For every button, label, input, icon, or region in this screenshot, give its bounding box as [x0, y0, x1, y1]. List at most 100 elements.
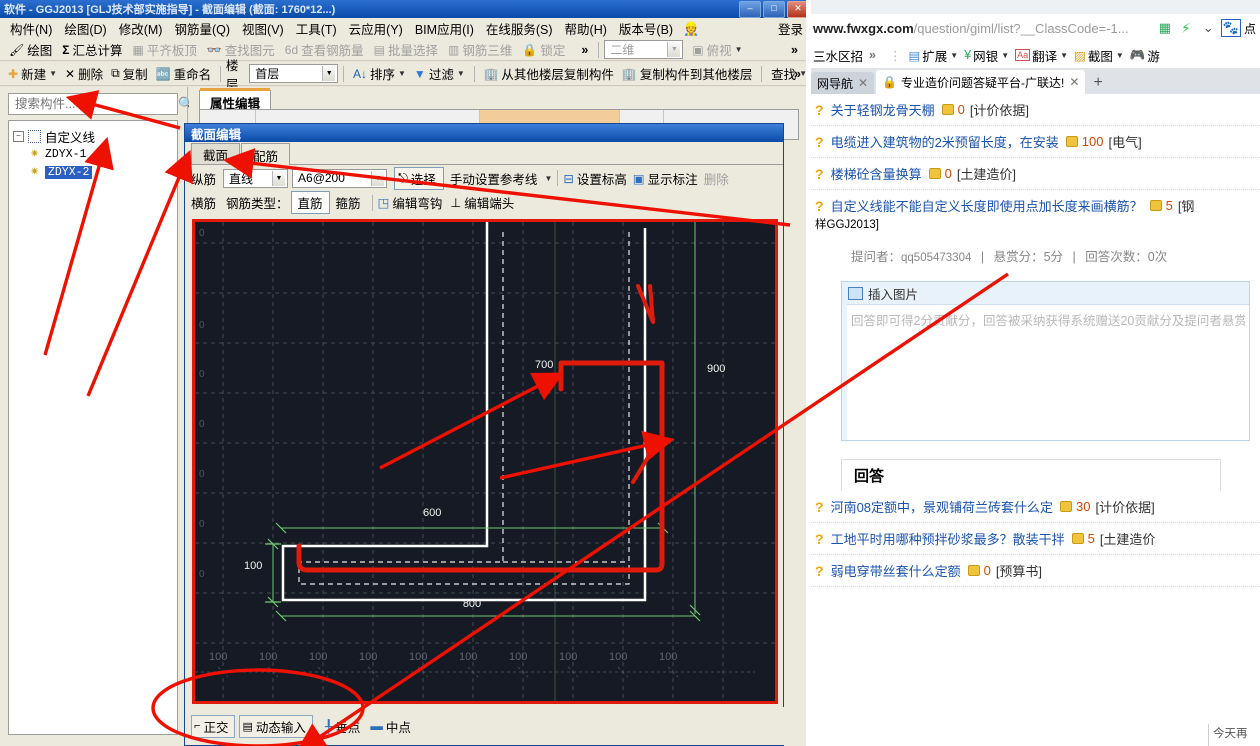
- line-type-select[interactable]: 直线 ▼: [223, 168, 289, 188]
- chevron-down-icon[interactable]: ▼: [272, 170, 286, 186]
- edit-hook-button[interactable]: ◳ 编辑弯钩: [378, 193, 443, 212]
- chevron-down-icon[interactable]: ▼: [371, 170, 385, 186]
- chevron-down-icon[interactable]: ▼: [950, 51, 958, 60]
- chevron-down-icon[interactable]: ▼: [49, 69, 57, 78]
- browser-tab-active[interactable]: 🔒 专业造价问题答疑平台-广联达! ✕: [876, 70, 1086, 94]
- question-list-item[interactable]: ? 工地平时用哪种预拌砂浆最多？散装干拌 5 [土建造价: [811, 523, 1260, 555]
- chevron-down-icon[interactable]: ▼: [322, 66, 336, 81]
- set-elevation-button[interactable]: ⊟ 设置标高: [563, 169, 627, 188]
- paw-logo-icon[interactable]: 🐾: [1220, 19, 1241, 37]
- chevron-down-icon[interactable]: ▼: [1001, 51, 1009, 60]
- menu-item-version[interactable]: 版本号(B): [613, 17, 679, 40]
- question-title[interactable]: 电缆进入建筑物的2米预留长度，在安装: [831, 132, 1059, 151]
- game-button[interactable]: 🎮 游: [1130, 46, 1160, 65]
- rename-component-button[interactable]: 🔤 重命名: [152, 63, 215, 84]
- edit-end-button[interactable]: ⊥ 编辑端头: [450, 193, 514, 212]
- question-title[interactable]: 关于轻钢龙骨天棚: [831, 100, 935, 119]
- show-annotation-button[interactable]: ▣ 显示标注: [633, 169, 698, 188]
- dynamic-input-toggle[interactable]: ▤ 动态输入: [239, 714, 313, 738]
- menu-item-component[interactable]: 构件(N): [4, 17, 58, 40]
- question-list-item[interactable]: ? 电缆进入建筑物的2米预留长度，在安装 100 [电气]: [811, 126, 1260, 158]
- browser-address-bar[interactable]: www.fwxgx.com/question/giml/list?__Class…: [811, 14, 1260, 43]
- copy-component-button[interactable]: ⧉ 复制: [107, 63, 152, 84]
- screenshot-button[interactable]: ▨ 截图 ▼: [1074, 46, 1124, 65]
- window-controls[interactable]: – □ ✕: [739, 1, 809, 18]
- maximize-button[interactable]: □: [763, 1, 785, 18]
- question-list-item[interactable]: ? 关于轻钢龙骨天棚 0 [计价依据]: [811, 94, 1260, 126]
- tree-item-zdyx-1[interactable]: ✷ ZDYX-1: [13, 145, 173, 163]
- menu-item-help[interactable]: 帮助(H): [559, 17, 613, 40]
- close-icon[interactable]: ✕: [1069, 75, 1079, 89]
- new-tab-button[interactable]: +: [1087, 74, 1110, 94]
- select-tool-button[interactable]: ⎋ 选择: [394, 166, 444, 190]
- extension-button[interactable]: ▤ 扩展 ▼: [908, 46, 958, 65]
- rebar-type-stirrup-button[interactable]: 箍筋: [336, 193, 361, 212]
- copy-to-other-floor-button[interactable]: 🏢 复制构件到其他楼层: [618, 63, 756, 84]
- section-drawing-canvas[interactable]: 600 100 800 900 700 100 100 100 100 100 …: [192, 219, 778, 704]
- current-question-title[interactable]: 自定义线能不能自定义长度即使用点加长度来画横筋？: [831, 196, 1143, 215]
- browser-tab-nav[interactable]: 网导航 ✕: [811, 72, 875, 94]
- translate-button[interactable]: Aa 翻译 ▼: [1015, 46, 1068, 65]
- chevron-down-icon[interactable]: ⌄: [1203, 20, 1214, 36]
- toolbar2-overflow-chevron[interactable]: »: [790, 66, 805, 82]
- answer-editor[interactable]: 插入图片 回答即可得2分贡献分，回答被采纳获得系统赠送20贡献分及提问者悬赏: [841, 281, 1250, 441]
- toolbar-overflow-chevron[interactable]: »: [576, 42, 593, 58]
- hard-hat-icon[interactable]: 👷: [683, 21, 699, 37]
- new-component-button[interactable]: ✚ 新建 ▼: [4, 63, 61, 84]
- ortho-toggle[interactable]: ⌐ 正交: [191, 714, 236, 738]
- bookmark-sanshui[interactable]: 三水区招: [813, 46, 863, 65]
- lightning-icon[interactable]: ⚡: [1181, 20, 1191, 37]
- chevron-down-icon[interactable]: ▼: [1116, 51, 1124, 60]
- chevron-down-icon[interactable]: ▼: [667, 42, 681, 57]
- login-link[interactable]: 登录: [778, 19, 803, 38]
- current-question-row[interactable]: ? 自定义线能不能自定义长度即使用点加长度来画横筋？ 5 [钢: [811, 190, 1260, 216]
- tab-section[interactable]: 截面: [191, 143, 241, 164]
- insert-image-label[interactable]: 插入图片: [868, 284, 918, 303]
- menu-item-online-service[interactable]: 在线服务(S): [480, 17, 559, 40]
- question-title[interactable]: 楼梯砼含量换算: [831, 164, 922, 183]
- chevron-down-icon[interactable]: ▼: [544, 174, 552, 183]
- bookmarks-overflow[interactable]: »: [869, 48, 876, 62]
- delete-component-button[interactable]: ✕ 删除: [61, 63, 107, 84]
- close-icon[interactable]: ✕: [858, 76, 868, 90]
- component-tree[interactable]: − 自定义线 ✷ ZDYX-1 ✷ ZDYX-2: [8, 120, 178, 735]
- menu-item-view[interactable]: 视图(V): [236, 17, 290, 40]
- menu-item-bim[interactable]: BIM应用(I): [409, 17, 480, 40]
- menu-item-modify[interactable]: 修改(M): [113, 17, 169, 40]
- toolbar-overflow-chevron-2[interactable]: »: [786, 42, 803, 58]
- rebar-spec-select[interactable]: A6@200 ▼: [292, 168, 388, 188]
- tree-root-custom-line[interactable]: − 自定义线: [13, 127, 173, 145]
- copy-from-other-floor-button[interactable]: 🏢 从其他楼层复制构件: [479, 63, 617, 84]
- tab-reinforcement[interactable]: 配筋: [241, 143, 291, 165]
- insert-image-icon[interactable]: [848, 286, 863, 300]
- toolbar-summary-calc-button[interactable]: Σ 汇总计算: [57, 39, 127, 60]
- minimize-button[interactable]: –: [739, 1, 761, 18]
- floor-select[interactable]: 首层 ▼: [249, 64, 339, 83]
- bank-button[interactable]: ¥ 网银 ▼: [964, 46, 1009, 65]
- question-list-item[interactable]: ? 楼梯砼含量换算 0 [土建造价]: [811, 158, 1260, 190]
- address-text[interactable]: www.fwxgx.com/question/giml/list?__Class…: [811, 21, 1129, 36]
- question-title[interactable]: 河南08定额中，景观铺荷兰砖套什么定: [831, 497, 1053, 516]
- filter-button[interactable]: ▼ 过滤 ▼: [410, 63, 469, 84]
- toolbar-draw-button[interactable]: 🖌 绘图: [4, 39, 57, 60]
- qr-code-icon[interactable]: ▦: [1159, 20, 1171, 36]
- chevron-down-icon[interactable]: ▼: [398, 69, 406, 78]
- menu-item-cloud[interactable]: 云应用(Y): [343, 17, 409, 40]
- manual-reference-line-label[interactable]: 手动设置参考线: [450, 169, 538, 188]
- tree-expander-icon[interactable]: −: [13, 130, 24, 142]
- menu-item-rebar-quantity[interactable]: 钢筋量(Q): [168, 17, 236, 40]
- sort-button[interactable]: A↓ 排序 ▼: [349, 63, 410, 84]
- search-component-box[interactable]: 🔍: [8, 93, 194, 115]
- search-input[interactable]: [9, 96, 178, 112]
- menu-item-draw[interactable]: 绘图(D): [58, 17, 112, 40]
- menu-item-tools[interactable]: 工具(T): [290, 17, 343, 40]
- perpendicular-snap-toggle[interactable]: ╀ 垂点: [325, 717, 361, 736]
- chevron-down-icon[interactable]: ▼: [457, 69, 465, 78]
- view-mode-2d-combo[interactable]: 二维 ▼: [604, 40, 684, 59]
- question-list-item[interactable]: ? 河南08定额中，景观铺荷兰砖套什么定 30 [计价依据]: [811, 491, 1260, 523]
- rebar-type-straight-button[interactable]: 直筋: [290, 191, 330, 214]
- question-list-item[interactable]: ? 弱电穿带丝套什么定额 0 [预算书]: [811, 555, 1260, 587]
- question-title[interactable]: 工地平时用哪种预拌砂浆最多？散装干拌: [831, 529, 1065, 548]
- midpoint-snap-toggle[interactable]: ▬ 中点: [370, 717, 411, 736]
- tree-item-zdyx-2[interactable]: ✷ ZDYX-2: [13, 163, 173, 181]
